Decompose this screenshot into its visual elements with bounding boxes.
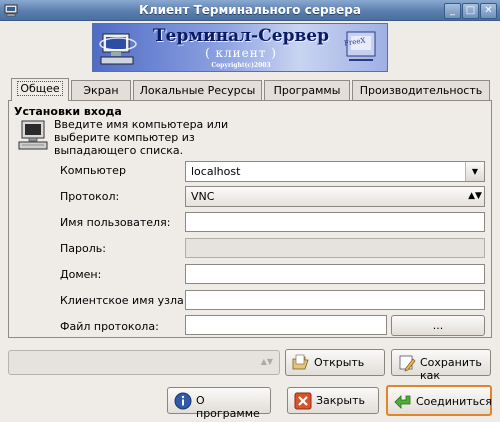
about-label: О программе: [196, 394, 260, 420]
computer-label: Компьютер: [60, 164, 126, 177]
connect-label: Соединиться: [416, 395, 492, 408]
open-folder-icon: [292, 354, 309, 370]
freex-logo-icon: [346, 31, 376, 61]
dropdown-arrow-icon[interactable]: ▼: [465, 162, 484, 181]
tab-display[interactable]: Экран: [71, 80, 131, 100]
protocol-file-input[interactable]: [185, 315, 387, 335]
select-updown-icon: ▲▼: [468, 191, 482, 201]
domain-label: Домен:: [60, 268, 102, 281]
minimize-button[interactable]: _: [444, 3, 461, 19]
tab-general[interactable]: Общее: [11, 78, 69, 101]
open-profile-label: Открыть: [314, 356, 365, 369]
tab-local-resources[interactable]: Локальные Ресурсы: [133, 80, 262, 100]
save-as-label: Сохранить как: [420, 356, 482, 382]
close-icon: [294, 392, 312, 410]
protocol-select[interactable]: VNC ▲▼: [185, 186, 485, 207]
login-section-title: Установки входа: [14, 105, 122, 118]
banner-subtitle: ( клиент ): [205, 46, 277, 60]
info-icon: [174, 392, 192, 410]
tab-performance-label: Производительность: [359, 84, 483, 97]
computer-combo[interactable]: localhost ▼: [185, 161, 485, 182]
save-as-icon: [399, 355, 416, 372]
open-profile-button[interactable]: Открыть: [285, 349, 385, 376]
save-as-button[interactable]: Сохранить как: [391, 349, 491, 382]
tab-local-resources-label: Локальные Ресурсы: [139, 84, 256, 97]
tab-display-label: Экран: [83, 84, 119, 97]
close-button[interactable]: Закрыть: [287, 387, 379, 414]
maximize-button[interactable]: □: [462, 3, 479, 19]
domain-input[interactable]: [185, 264, 485, 284]
connect-button[interactable]: Соединиться: [386, 385, 492, 416]
login-description: Введите имя компьютера или выберите комп…: [54, 118, 229, 157]
connect-arrow-icon: [394, 395, 411, 409]
computer-logo-icon: [99, 33, 137, 65]
browse-file-button[interactable]: ...: [391, 315, 485, 336]
profile-combo[interactable]: ▲▼: [8, 350, 280, 375]
username-label: Имя пользователя:: [60, 216, 171, 229]
banner-copyright: Copyright(c)2003: [211, 62, 271, 69]
banner: Терминал-Сервер ( клиент ) Copyright(c)2…: [92, 23, 388, 72]
window-title: Клиент Терминального сервера: [139, 3, 361, 17]
title-bar[interactable]: Клиент Терминального сервера _ □ ✕: [0, 0, 500, 21]
computer-value: localhost: [191, 165, 241, 178]
client-hostname-label: Клиентское имя узла::: [60, 294, 192, 307]
about-button[interactable]: О программе: [167, 387, 271, 420]
close-window-button[interactable]: ✕: [480, 3, 497, 19]
client-hostname-input[interactable]: [185, 290, 485, 310]
select-updown-icon: ▲▼: [260, 357, 273, 366]
username-input[interactable]: [185, 212, 485, 232]
close-label: Закрыть: [316, 394, 365, 407]
protocol-file-label: Файл протокола:: [60, 320, 159, 333]
tab-programs[interactable]: Программы: [264, 80, 350, 100]
protocol-value: VNC: [191, 190, 215, 203]
tab-general-label: Общее: [17, 81, 63, 96]
banner-title: Терминал-Сервер: [153, 26, 329, 46]
password-input[interactable]: [185, 238, 485, 258]
protocol-label: Протокол:: [60, 190, 120, 203]
computer-icon: [18, 120, 48, 150]
password-label: Пароль:: [60, 242, 106, 255]
tab-programs-label: Программы: [273, 84, 341, 97]
tab-performance[interactable]: Производительность: [352, 80, 490, 100]
